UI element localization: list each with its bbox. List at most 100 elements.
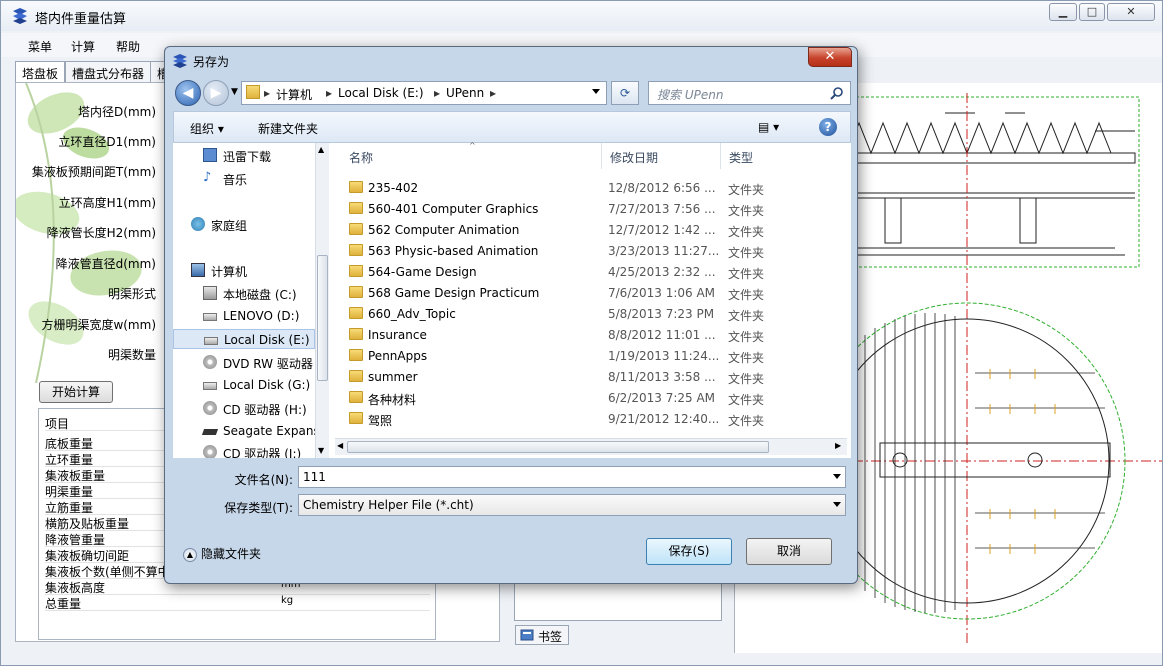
back-icon[interactable]: ◀ bbox=[175, 80, 201, 106]
field-label-plate-spacing: 集液板预期间距T(mm) bbox=[31, 165, 156, 179]
dialog-title-bar: 另存为 ✕ bbox=[165, 47, 857, 75]
list-item[interactable]: 560-401 Computer Graphics 7/27/2013 7:56 … bbox=[345, 198, 835, 219]
folder-icon bbox=[349, 244, 363, 256]
minimize-icon[interactable]: ▁ bbox=[1049, 3, 1077, 21]
address-dropdown-icon[interactable] bbox=[592, 89, 600, 94]
list-item[interactable]: 564-Game Design 4/25/2013 2:32 ... 文件夹 bbox=[345, 261, 835, 282]
crumb-separator-icon: ▸ bbox=[434, 86, 441, 100]
row-unit: kg bbox=[281, 595, 294, 606]
nav-item-drive-g[interactable]: Local Disk (G:) bbox=[173, 375, 315, 395]
dialog-title: 另存为 bbox=[193, 55, 230, 69]
search-input[interactable]: 搜索 UPenn bbox=[648, 81, 851, 105]
navigation-row: ◀ ▶ ▼ ▸ 计算机 ▸ Local Disk (E:) ▸ UPenn ▸ … bbox=[173, 79, 851, 107]
file-name: summer bbox=[368, 370, 418, 384]
bookmark-icon bbox=[520, 629, 534, 641]
dialog-close-icon[interactable]: ✕ bbox=[808, 47, 852, 67]
filename-input[interactable]: 111 bbox=[298, 466, 846, 488]
tab-tray-plate[interactable]: 塔盘板 bbox=[15, 61, 66, 83]
nav-item-label: CD 驱动器 (H:) bbox=[223, 403, 307, 417]
nav-item-homegroup[interactable]: 家庭组 bbox=[173, 214, 315, 234]
save-button[interactable]: 保存(S) bbox=[646, 538, 732, 565]
address-bar[interactable]: ▸ 计算机 ▸ Local Disk (E:) ▸ UPenn ▸ bbox=[241, 81, 607, 105]
new-folder-button[interactable]: 新建文件夹 bbox=[258, 120, 318, 137]
start-calculation-button[interactable]: 开始计算 bbox=[39, 381, 113, 403]
filename-dropdown-icon[interactable] bbox=[833, 474, 841, 479]
drive-icon bbox=[204, 337, 218, 345]
file-name: 560-401 Computer Graphics bbox=[368, 202, 539, 216]
file-type: 文件夹 bbox=[728, 288, 765, 302]
maximize-icon[interactable]: □ bbox=[1079, 3, 1105, 21]
column-header-type[interactable]: 类型 bbox=[729, 149, 753, 166]
scroll-thumb[interactable] bbox=[317, 255, 328, 381]
filetype-select[interactable]: Chemistry Helper File (*.cht) bbox=[298, 494, 846, 516]
help-icon[interactable]: ? bbox=[819, 118, 837, 136]
list-item[interactable]: Insurance 8/8/2012 11:01 ... 文件夹 bbox=[345, 324, 835, 345]
history-dropdown-icon[interactable]: ▼ bbox=[231, 87, 238, 97]
nav-item-cd-h[interactable]: CD 驱动器 (H:) bbox=[173, 398, 315, 418]
nav-item-cd-j[interactable]: CD 驱动器 (J:) bbox=[173, 442, 315, 458]
scroll-down-icon[interactable]: ▼ bbox=[318, 446, 324, 455]
list-item[interactable]: PennApps 1/19/2013 11:24... 文件夹 bbox=[345, 345, 835, 366]
file-type: 文件夹 bbox=[728, 372, 765, 386]
refresh-icon[interactable]: ⟳ bbox=[611, 81, 639, 105]
dvd-icon bbox=[203, 355, 217, 369]
folder-icon bbox=[349, 328, 363, 340]
nav-item-thunder-downloads[interactable]: 迅雷下载 bbox=[173, 145, 315, 165]
column-header-date[interactable]: 修改日期 bbox=[610, 149, 658, 166]
nav-item-computer[interactable]: 计算机 bbox=[173, 260, 315, 280]
nav-item-drive-e[interactable]: Local Disk (E:) bbox=[173, 329, 315, 349]
list-item[interactable]: 驾照 9/21/2012 12:40... 文件夹 bbox=[345, 408, 835, 429]
nav-item-music[interactable]: ♪ 音乐 bbox=[173, 168, 315, 188]
view-options-icon[interactable]: ▤ ▾ bbox=[758, 120, 779, 134]
nav-item-drive-c[interactable]: 本地磁盘 (C:) bbox=[173, 283, 315, 303]
scroll-left-icon[interactable]: ◀ bbox=[337, 441, 343, 450]
tab-trough-distributor[interactable]: 槽盘式分布器 bbox=[65, 61, 152, 83]
close-icon[interactable]: ✕ bbox=[1107, 3, 1155, 21]
breadcrumb-computer[interactable]: 计算机 bbox=[276, 86, 312, 103]
list-item[interactable]: 235-402 12/8/2012 6:56 ... 文件夹 bbox=[345, 177, 835, 198]
nav-item-drive-d[interactable]: LENOVO (D:) bbox=[173, 306, 315, 326]
breadcrumb-upenn[interactable]: UPenn bbox=[446, 86, 484, 100]
list-item[interactable]: 562 Computer Animation 12/7/2012 1:42 ...… bbox=[345, 219, 835, 240]
search-icon[interactable] bbox=[830, 86, 844, 100]
scroll-right-icon[interactable]: ▶ bbox=[835, 441, 841, 450]
organize-button[interactable]: 组织 ▾ bbox=[190, 120, 224, 137]
column-divider bbox=[720, 143, 721, 169]
list-item[interactable]: summer 8/11/2013 3:58 ... 文件夹 bbox=[345, 366, 835, 387]
crumb-separator-icon: ▸ bbox=[326, 86, 333, 100]
menu-item-calculate[interactable]: 计算 bbox=[71, 38, 95, 55]
file-date: 8/11/2013 3:58 ... bbox=[608, 370, 716, 384]
cancel-button[interactable]: 取消 bbox=[746, 538, 832, 565]
file-date: 4/25/2013 2:32 ... bbox=[608, 265, 716, 279]
file-list-horizontal-scrollbar[interactable]: ◀ ▶ bbox=[335, 438, 847, 455]
scroll-thumb[interactable] bbox=[347, 441, 769, 453]
forward-icon[interactable]: ▶ bbox=[203, 80, 229, 106]
bookmark-tab-label: 书签 bbox=[538, 630, 563, 644]
scroll-up-icon[interactable]: ▲ bbox=[318, 145, 324, 154]
nav-pane-scrollbar[interactable]: ▲ ▼ bbox=[315, 143, 329, 458]
nav-item-label: 迅雷下载 bbox=[223, 150, 272, 164]
hide-folders-toggle[interactable]: ▲ 隐藏文件夹 bbox=[183, 545, 261, 562]
file-type: 文件夹 bbox=[728, 414, 765, 428]
breadcrumb-local-disk-e[interactable]: Local Disk (E:) bbox=[338, 86, 424, 100]
list-item[interactable]: 各种材料 6/2/2013 7:25 AM 文件夹 bbox=[345, 387, 835, 408]
computer-icon bbox=[191, 263, 205, 277]
menu-item-help[interactable]: 帮助 bbox=[116, 38, 140, 55]
filetype-dropdown-icon[interactable] bbox=[833, 502, 841, 507]
column-header-name[interactable]: 名称 bbox=[349, 149, 373, 166]
app-logo-icon bbox=[13, 8, 27, 24]
bookmark-tab[interactable]: 书签 bbox=[515, 625, 570, 645]
folder-icon bbox=[349, 349, 363, 361]
nav-item-seagate[interactable]: Seagate Expans bbox=[173, 421, 315, 441]
list-item[interactable]: 660_Adv_Topic 5/8/2013 7:23 PM 文件夹 bbox=[345, 303, 835, 324]
list-item[interactable]: 568 Game Design Practicum 7/6/2013 1:06 A… bbox=[345, 282, 835, 303]
file-type: 文件夹 bbox=[728, 267, 765, 281]
file-date: 6/2/2013 7:25 AM bbox=[608, 391, 716, 405]
nav-item-dvd[interactable]: DVD RW 驱动器 bbox=[173, 352, 315, 372]
field-label-channel-type: 明渠形式 bbox=[107, 287, 156, 301]
nav-item-label: LENOVO (D:) bbox=[223, 309, 300, 323]
menu-item-menu[interactable]: 菜单 bbox=[28, 38, 52, 55]
nav-item-label: DVD RW 驱动器 bbox=[223, 357, 313, 371]
list-item[interactable]: 563 Physic-based Animation 3/23/2013 11:2… bbox=[345, 240, 835, 261]
file-name: 各种材料 bbox=[368, 393, 417, 407]
